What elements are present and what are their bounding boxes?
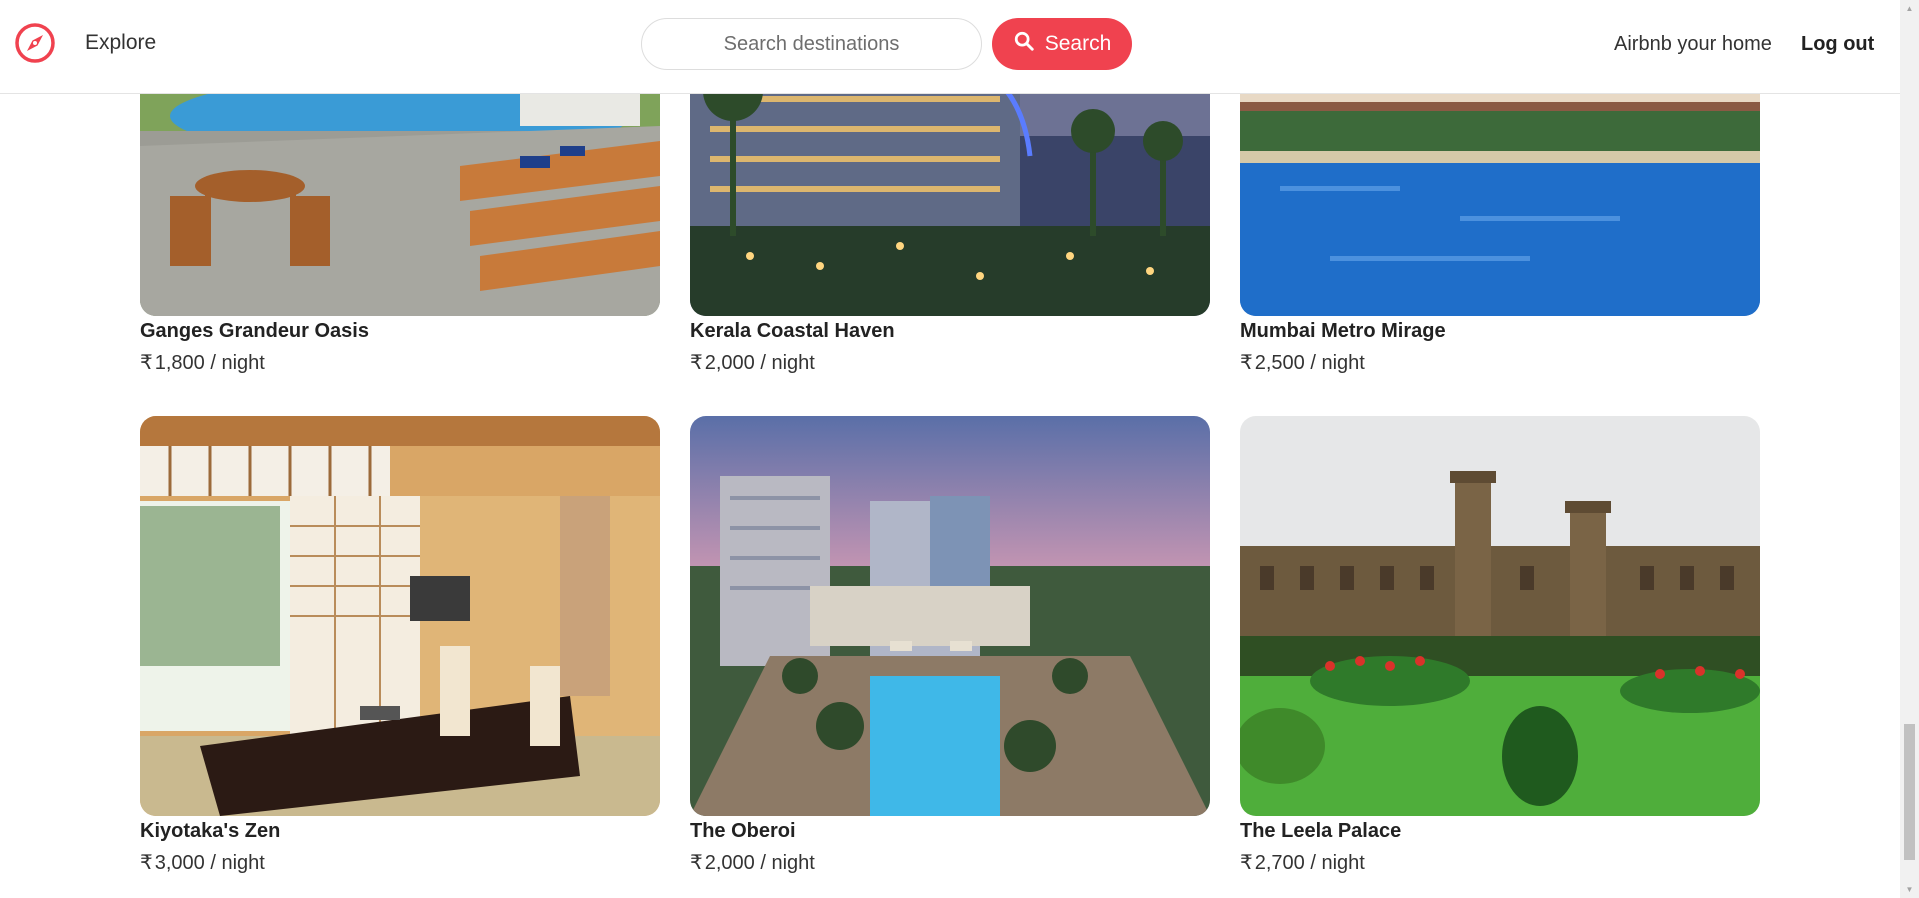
explore-link[interactable]: Explore [85, 31, 156, 55]
currency-symbol: ₹ [690, 852, 703, 874]
currency-symbol: ₹ [140, 852, 153, 874]
compass-icon[interactable] [14, 22, 56, 64]
price-unit: / night [760, 352, 815, 374]
listing-card[interactable]: The Leela Palace ₹2,700 / night [1240, 416, 1760, 874]
search-input[interactable] [641, 18, 982, 70]
listing-name[interactable]: The Leela Palace [1240, 820, 1401, 843]
listing-price: ₹2,700 / night [1240, 850, 1365, 875]
price-value: 2,700 [1254, 852, 1305, 874]
listing-photo[interactable] [140, 416, 660, 816]
currency-symbol: ₹ [1240, 352, 1253, 374]
scrollbar-thumb[interactable] [1904, 724, 1915, 860]
price-value: 2,500 [1254, 352, 1305, 374]
currency-symbol: ₹ [1240, 852, 1253, 874]
price-value: 2,000 [704, 852, 755, 874]
search-icon [1013, 30, 1035, 58]
price-unit: / night [1310, 852, 1365, 874]
price-unit: / night [760, 852, 815, 874]
price-unit: / night [210, 352, 265, 374]
listing-photo[interactable] [690, 416, 1210, 816]
search-button-label: Search [1044, 32, 1112, 55]
listing-price: ₹1,800 / night [140, 350, 265, 375]
host-your-home-link[interactable]: Airbnb your home [1614, 33, 1772, 56]
currency-symbol: ₹ [690, 352, 703, 374]
listing-card[interactable]: The Oberoi ₹2,000 / night [690, 416, 1210, 874]
price-value: 3,000 [154, 852, 205, 874]
price-unit: / night [210, 852, 265, 874]
logout-button[interactable]: Log out [1801, 33, 1874, 56]
listing-price: ₹2,000 / night [690, 850, 815, 875]
listing-price: ₹3,000 / night [140, 850, 265, 875]
scroll-down-arrow-icon[interactable]: ▼ [1900, 881, 1919, 898]
search-button[interactable]: Search [992, 18, 1132, 70]
listing-name[interactable]: Kerala Coastal Haven [690, 320, 895, 343]
price-value: 1,800 [154, 352, 205, 374]
scroll-up-arrow-icon[interactable]: ▲ [1900, 0, 1919, 17]
price-value: 2,000 [704, 352, 755, 374]
price-unit: / night [1310, 352, 1365, 374]
listing-price: ₹2,000 / night [690, 350, 815, 375]
listings-grid: Ganges Grandeur Oasis ₹1,800 / night Ker… [140, 0, 1760, 898]
listing-name[interactable]: Ganges Grandeur Oasis [140, 320, 369, 343]
listing-card[interactable]: Kiyotaka's Zen ₹3,000 / night [140, 416, 660, 874]
listing-photo[interactable] [1240, 416, 1760, 816]
listing-price: ₹2,500 / night [1240, 350, 1365, 375]
listing-name[interactable]: Kiyotaka's Zen [140, 820, 280, 843]
listing-name[interactable]: Mumbai Metro Mirage [1240, 320, 1446, 343]
vertical-scrollbar[interactable]: ▲ ▼ [1900, 0, 1919, 898]
listing-name[interactable]: The Oberoi [690, 820, 796, 843]
top-navbar: Explore Search Airbnb your home Log out [0, 0, 1900, 94]
currency-symbol: ₹ [140, 352, 153, 374]
